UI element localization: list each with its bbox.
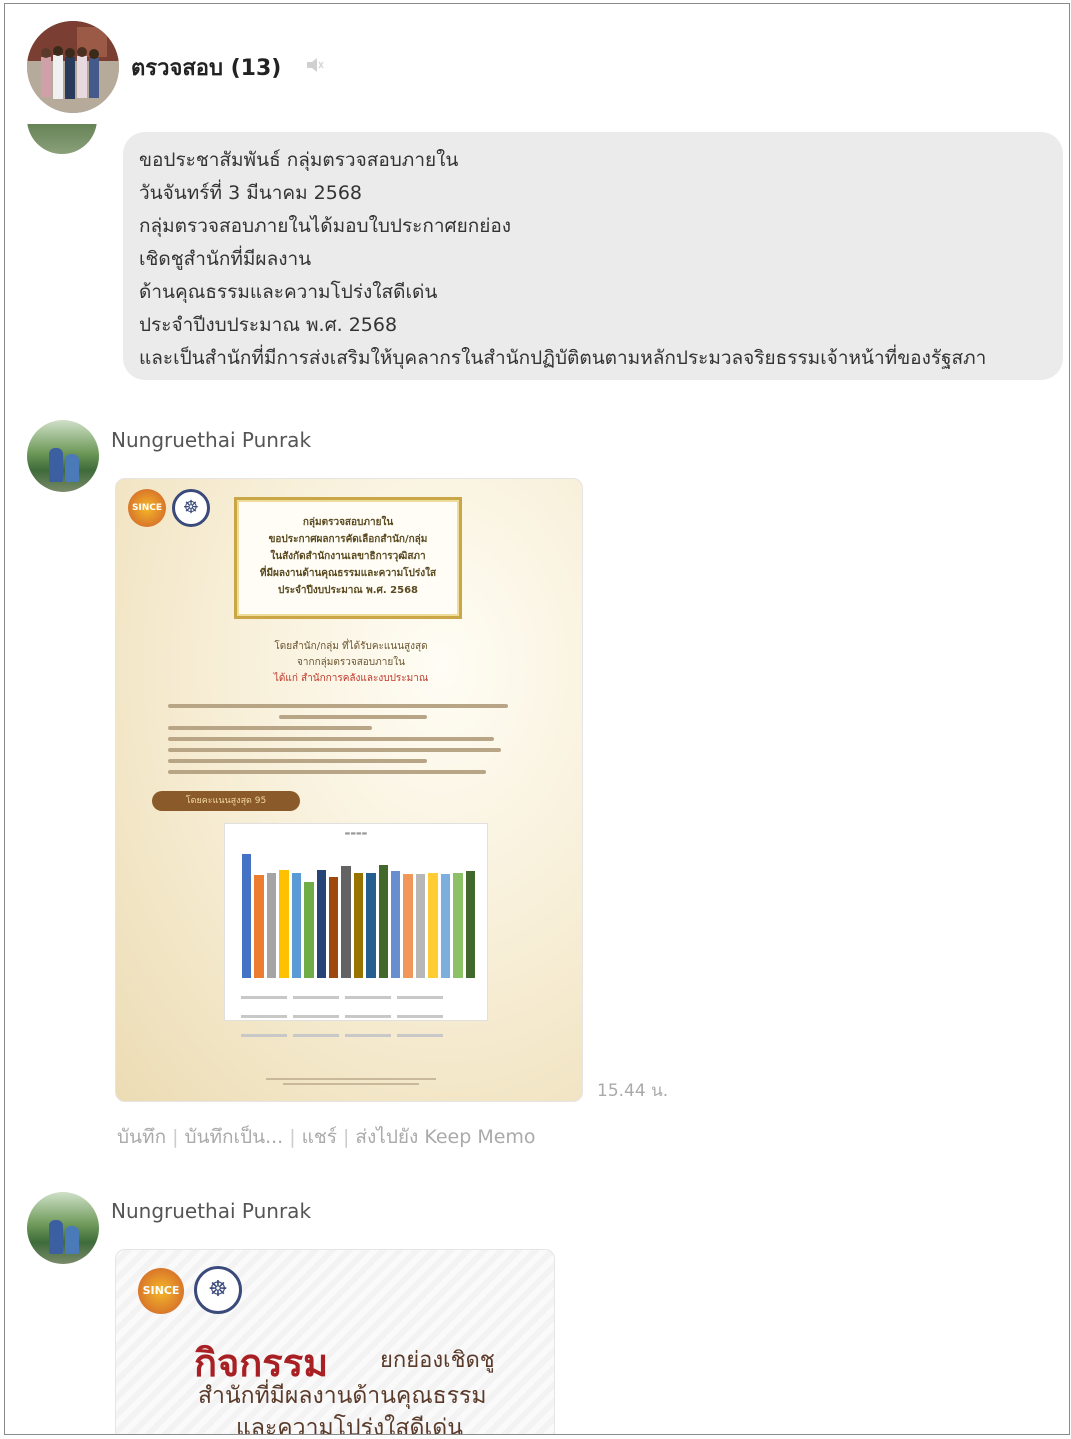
chart-bar — [353, 873, 364, 978]
chart-bar — [465, 871, 475, 978]
group-name[interactable]: ตรวจสอบ (13) — [131, 50, 281, 85]
message-line: วันจันทร์ที่ 3 มีนาคม 2568 — [139, 182, 363, 204]
sender-avatar[interactable] — [27, 1192, 99, 1264]
poster-title-box: กลุ่มตรวจสอบภายใน ขอประกาศผลการคัดเลือกส… — [234, 497, 462, 619]
chart-bar — [254, 875, 264, 978]
chart-bar — [403, 874, 413, 978]
sender-name[interactable]: Nungruethai Punrak — [111, 1199, 311, 1223]
poster-title-line: กลุ่มตรวจสอบภายใน — [302, 517, 394, 528]
message-bubble: ขอประชาสัมพันธ์ กลุ่มตรวจสอบภายใน วันจัน… — [123, 132, 1063, 380]
poster-subtitle: โดยสำนัก/กลุ่ม ที่ได้รับคะแนนสูงสุด จากก… — [236, 639, 466, 687]
chart-bar — [415, 874, 426, 978]
chat-window: ตรวจสอบ (13) ขอประชาสัมพันธ์ กลุ่มตรวจสอ… — [4, 3, 1070, 1435]
image-attachment[interactable]: SINCE ☸ กลุ่มตรวจสอบภายใน ขอประกาศผลการค… — [115, 478, 583, 1102]
message-line: ด้านคุณธรรมและความโปร่งใสดีเด่น — [139, 281, 438, 303]
sender-avatar[interactable] — [27, 420, 99, 492]
poster-title-line: ประจำปีงบประมาณ พ.ศ. 2568 — [277, 585, 419, 596]
chart-bar — [391, 871, 401, 978]
senate-emblem: ☸ — [172, 489, 210, 527]
poster-line: สำนักที่มีผลงานด้านคุณธรรม — [198, 1383, 487, 1409]
chart-bars — [241, 838, 477, 978]
group-photo — [27, 21, 119, 113]
poster-winner-line: ได้แก่ สำนักการคลังและงบประมาณ — [273, 673, 429, 684]
poster-criteria-text — [168, 697, 538, 781]
chat-header: ตรวจสอบ (13) — [5, 4, 1069, 124]
organization-logo: SINCE — [138, 1268, 184, 1314]
chart-bar — [453, 873, 463, 978]
poster-heading-suffix: ยกย่องเชิดชู — [380, 1348, 495, 1373]
chart-bar — [279, 870, 289, 978]
chart-bar — [291, 873, 302, 978]
share-link[interactable]: แชร์ — [302, 1126, 337, 1148]
poster-title-line: ขอประกาศผลการคัดเลือกสำนัก/กลุ่ม — [268, 534, 428, 545]
chart-bar — [328, 877, 339, 978]
chart-bar — [378, 865, 389, 978]
message-line: ประจำปีงบประมาณ พ.ศ. 2568 — [139, 314, 398, 336]
chart-legend — [241, 984, 477, 1041]
chart-bar — [428, 873, 438, 978]
sender-name[interactable]: Nungruethai Punrak — [111, 428, 311, 452]
chart-bar — [316, 870, 326, 978]
poster-subtitle-line: โดยสำนัก/กลุ่ม ที่ได้รับคะแนนสูงสุด — [274, 641, 428, 652]
image-attachment[interactable]: SINCE ☸ กิจกรรม ยกย่องเชิดชู สำนักที่มีผ… — [115, 1249, 555, 1435]
chart-bar — [440, 874, 451, 978]
group-avatar[interactable] — [27, 21, 119, 113]
message-line: กลุ่มตรวจสอบภายในได้มอบใบประกาศยกย่อง — [139, 215, 512, 237]
save-as-link[interactable]: บันทึกเป็น... — [184, 1126, 283, 1148]
mute-icon[interactable] — [305, 56, 325, 74]
poster-title-line: ที่มีผลงานด้านคุณธรรมและความโปร่งใส — [259, 568, 437, 579]
chart-bar — [341, 866, 351, 978]
score-chart: ▬▬▬▬ — [224, 823, 488, 1037]
image-actions: บันทึก | บันทึกเป็น... | แชร์ | ส่งไปยัง Keep … — [117, 1126, 536, 1148]
chart-bar — [242, 854, 252, 978]
send-to-keep-memo-link[interactable]: ส่งไปยัง Keep Memo — [355, 1126, 535, 1148]
chart-title: ▬▬▬▬ — [344, 830, 368, 837]
senate-emblem: ☸ — [194, 1266, 242, 1314]
poster-line: และความโปร่งใสดีเด่น — [236, 1415, 463, 1435]
message-line: ขอประชาสัมพันธ์ กลุ่มตรวจสอบภายใน — [139, 149, 459, 171]
poster-footnote — [266, 1075, 436, 1088]
chart-bar — [366, 873, 376, 978]
organization-logo: SINCE — [128, 489, 166, 527]
chart-bar — [304, 882, 314, 978]
message-line: เชิดชูสำนักที่มีผลงาน — [139, 248, 312, 270]
save-link[interactable]: บันทึก — [117, 1126, 166, 1148]
chart-bar — [266, 873, 277, 978]
score-pill: โดยคะแนนสูงสุด 95 — [152, 791, 300, 811]
message-timestamp: 15.44 น. — [597, 1081, 669, 1101]
poster-subtitle-line: จากกลุ่มตรวจสอบภายใน — [297, 657, 405, 668]
message-line: และเป็นสำนักที่มีการส่งเสริมให้บุคลากรใน… — [139, 347, 987, 369]
poster-title-line: ในสังกัดสำนักงานเลขาธิการวุฒิสภา — [270, 551, 426, 562]
